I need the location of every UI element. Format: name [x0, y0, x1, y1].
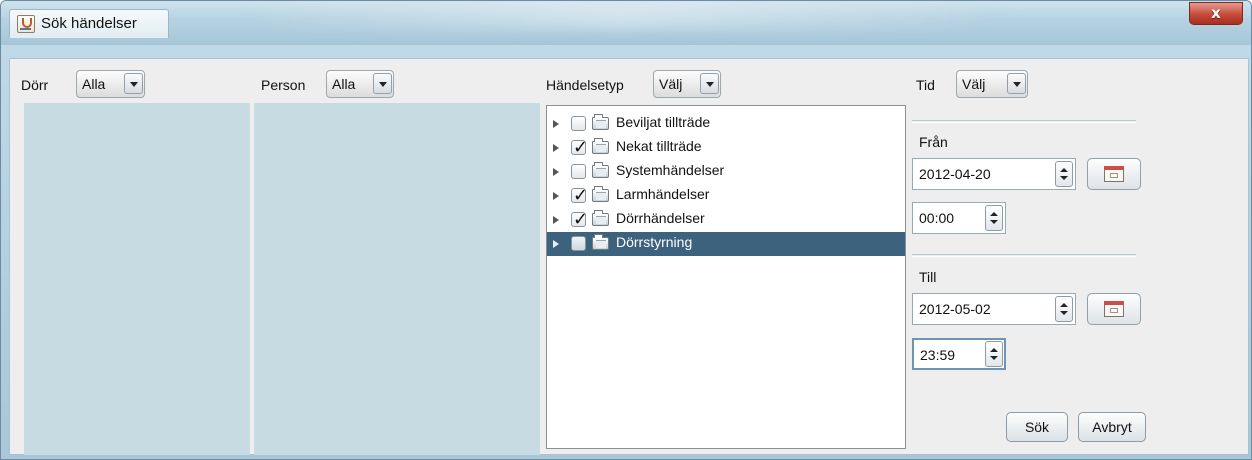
time-dropdown-value: Välj	[962, 76, 986, 92]
spinner-arrows-icon[interactable]	[1055, 161, 1073, 187]
nekat-tilltrade-checkbox[interactable]	[571, 137, 588, 158]
java-coffee-icon	[17, 15, 35, 33]
to-separator	[912, 254, 1136, 257]
larmhandelser-checkbox[interactable]	[571, 185, 588, 206]
door-label: Dörr	[21, 77, 49, 93]
person-dropdown[interactable]: Alla	[326, 70, 394, 98]
folder-icon	[592, 234, 609, 250]
event-type-tree[interactable]: Beviljat tillträde Nekat tillträde Syste…	[546, 105, 906, 449]
chevron-down-icon[interactable]	[1007, 73, 1026, 94]
folder-icon	[592, 138, 609, 154]
time-dropdown[interactable]: Välj	[956, 70, 1028, 98]
tree-row-label: Systemhändelser	[616, 162, 725, 178]
to-date-value: 2012-05-02	[919, 301, 991, 317]
chevron-down-icon[interactable]	[124, 73, 143, 94]
sok-handelser-window: Sök händelser x Dörr Alla Person Alla Hä…	[0, 0, 1252, 460]
systemhandelser-checkbox[interactable]	[571, 164, 586, 179]
tree-row-dorrstyrning[interactable]: Dörrstyrning	[547, 232, 905, 256]
folder-icon	[592, 114, 609, 130]
spinner-arrows-icon[interactable]	[985, 341, 1003, 367]
cancel-button[interactable]: Avbryt	[1078, 412, 1146, 442]
folder-icon	[592, 162, 609, 178]
folder-icon	[592, 210, 609, 226]
calendar-icon	[1104, 166, 1124, 182]
to-calendar-button[interactable]	[1087, 293, 1141, 325]
title-bar[interactable]: Sök händelser x	[1, 1, 1251, 45]
spinner-arrows-icon[interactable]	[985, 205, 1003, 231]
beviljat-tilltrade-checkbox[interactable]	[571, 116, 586, 131]
person-dropdown-value: Alla	[332, 76, 356, 92]
event-type-dropdown[interactable]: Välj	[653, 70, 721, 98]
from-date-value: 2012-04-20	[919, 166, 991, 182]
tree-row-systemhandelser[interactable]: Systemhändelser	[547, 160, 905, 184]
close-button[interactable]: x	[1189, 2, 1243, 25]
person-label: Person	[261, 77, 306, 93]
person-list[interactable]	[254, 103, 540, 455]
to-time-value: 23:59	[920, 347, 956, 363]
tree-row-beviljat-tilltrade[interactable]: Beviljat tillträde	[547, 112, 905, 136]
tree-row-dorrhandelser[interactable]: Dörrhändelser	[547, 208, 905, 232]
door-dropdown-value: Alla	[82, 76, 106, 92]
title-bar-glare	[241, 1, 1001, 29]
calendar-icon	[1104, 301, 1124, 317]
from-time-field[interactable]: 00:00	[912, 202, 1006, 234]
dorrstyrning-checkbox[interactable]	[571, 236, 586, 251]
door-dropdown[interactable]: Alla	[76, 70, 145, 98]
event-type-dropdown-value: Välj	[659, 76, 683, 92]
from-time-value: 00:00	[919, 210, 955, 226]
time-label: Tid	[916, 77, 935, 93]
to-time-field[interactable]: 23:59	[912, 338, 1006, 370]
triangle-right-icon[interactable]	[553, 192, 559, 200]
to-date-field[interactable]: 2012-05-02	[912, 293, 1076, 325]
spinner-arrows-icon[interactable]	[1055, 296, 1073, 322]
close-icon: x	[1211, 4, 1221, 22]
triangle-right-icon[interactable]	[553, 168, 559, 176]
triangle-right-icon[interactable]	[553, 144, 559, 152]
tree-row-nekat-tilltrade[interactable]: Nekat tillträde	[547, 136, 905, 160]
tree-row-label: Beviljat tillträde	[616, 114, 711, 130]
triangle-right-icon[interactable]	[553, 240, 559, 248]
from-separator	[912, 120, 1136, 123]
search-events-content: Dörr Alla Person Alla Händelsetyp Välj B…	[9, 58, 1249, 455]
chevron-down-icon[interactable]	[373, 73, 392, 94]
from-date-field[interactable]: 2012-04-20	[912, 158, 1076, 190]
triangle-right-icon[interactable]	[553, 120, 559, 128]
tree-row-larmhandelser[interactable]: Larmhändelser	[547, 184, 905, 208]
from-calendar-button[interactable]	[1087, 158, 1141, 190]
event-type-label: Händelsetyp	[546, 77, 624, 93]
chevron-down-icon[interactable]	[700, 73, 719, 94]
folder-icon	[592, 186, 609, 202]
triangle-right-icon[interactable]	[553, 216, 559, 224]
tree-row-label: Dörrhändelser	[616, 210, 705, 226]
tree-row-label: Dörrstyrning	[616, 234, 693, 250]
window-title: Sök händelser	[41, 15, 137, 32]
dorrhandelser-checkbox[interactable]	[571, 209, 588, 230]
from-label: Från	[919, 134, 948, 150]
tree-row-label: Larmhändelser	[616, 186, 710, 202]
window-title-tab: Sök händelser	[9, 9, 169, 38]
door-list[interactable]	[24, 103, 250, 455]
search-button[interactable]: Sök	[1006, 412, 1068, 442]
tree-row-label: Nekat tillträde	[616, 138, 702, 154]
to-label: Till	[919, 269, 937, 285]
